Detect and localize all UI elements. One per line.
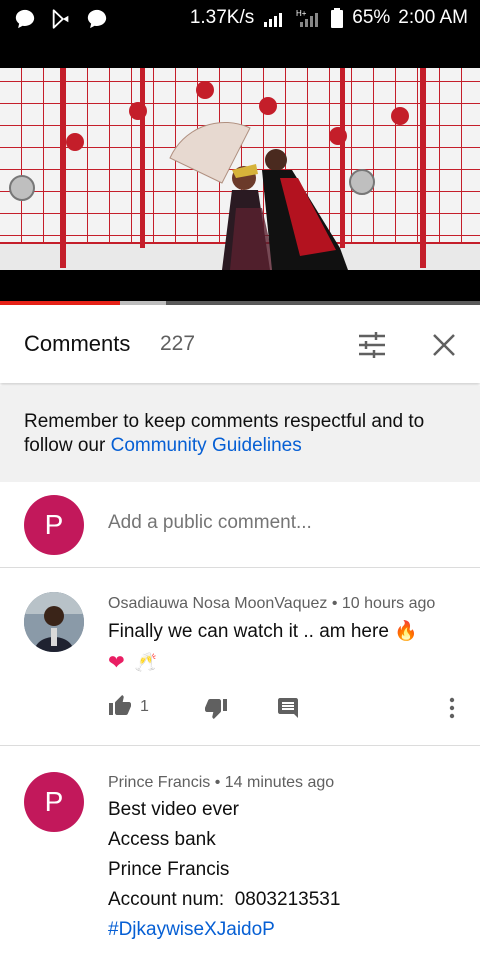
comment-time: 14 minutes ago (224, 774, 335, 791)
comment-item: P Prince Francis • 14 minutes ago Best v… (0, 748, 480, 960)
heart-emoji: ❤ (108, 652, 125, 674)
battery-icon (331, 8, 344, 28)
comment-meta: Prince Francis • 14 minutes ago (108, 774, 334, 792)
comment-author[interactable]: Osadiauwa Nosa MoonVaquez (108, 595, 327, 612)
meta-separator: • (331, 595, 338, 612)
avatar-letter: P (44, 509, 64, 540)
thumb-down-icon[interactable] (204, 696, 228, 720)
play-store-icon (52, 9, 69, 29)
network-type-label: H+ (296, 9, 307, 18)
chat-bubble-icon (15, 9, 35, 29)
emoji-row: ❤ 🥂 (108, 650, 157, 675)
sort-icon[interactable] (356, 329, 388, 361)
hashtag-link[interactable]: #DjkaywiseXJaidoP (108, 915, 340, 945)
comment-line: Prince Francis (108, 859, 230, 880)
comment-line: Access bank (108, 829, 216, 850)
guidelines-notice: Remember to keep comments respectful and… (0, 386, 480, 482)
meta-separator: • (214, 774, 221, 791)
avatar-letter: P (44, 786, 64, 817)
video-player[interactable] (0, 38, 480, 304)
clock: 2:00 AM (398, 7, 468, 28)
avatar: P (24, 495, 84, 555)
signal-icon (264, 13, 283, 27)
signal-icon: H+ (296, 9, 319, 27)
community-guidelines-link[interactable]: Community Guidelines (111, 435, 302, 456)
battery-percent: 65% (352, 7, 391, 28)
fire-emoji: 🔥 (394, 621, 418, 642)
add-comment-input[interactable] (108, 512, 448, 534)
status-bar: 1.37K/s H+ 65% 2:00 AM (0, 0, 480, 38)
comment-author[interactable]: Prince Francis (108, 774, 210, 791)
comment-text-content: Finally we can watch it .. am here (108, 621, 389, 642)
comments-count: 227 (160, 332, 196, 355)
clinking-glasses-emoji: 🥂 (134, 652, 158, 672)
reply-icon[interactable] (276, 696, 300, 720)
more-vert-icon[interactable] (442, 696, 462, 720)
chat-bubble-icon (87, 9, 107, 29)
video-frame (0, 38, 480, 304)
avatar[interactable] (24, 592, 84, 652)
avatar[interactable]: P (24, 772, 84, 832)
thumb-up-icon[interactable] (108, 694, 132, 718)
network-speed: 1.37K/s (189, 7, 255, 28)
comment-meta: Osadiauwa Nosa MoonVaquez • 10 hours ago (108, 595, 435, 613)
comments-title: Comments (24, 331, 131, 356)
comment-line: Account num: 0803213531 (108, 889, 341, 910)
close-icon[interactable] (428, 329, 460, 361)
add-comment-row: P (0, 482, 480, 568)
comment-item: Osadiauwa Nosa MoonVaquez • 10 hours ago… (0, 570, 480, 746)
comment-actions: 1 (108, 694, 468, 724)
like-count: 1 (140, 698, 149, 715)
comment-line: Best video ever (108, 799, 239, 820)
comment-text: Best video ever Access bank Prince Franc… (108, 795, 340, 945)
comments-header: Comments 227 (0, 305, 480, 383)
avatar-photo-icon (24, 592, 84, 652)
comment-time: 10 hours ago (341, 595, 436, 612)
comment-text: Finally we can watch it .. am here 🔥 (108, 617, 418, 647)
